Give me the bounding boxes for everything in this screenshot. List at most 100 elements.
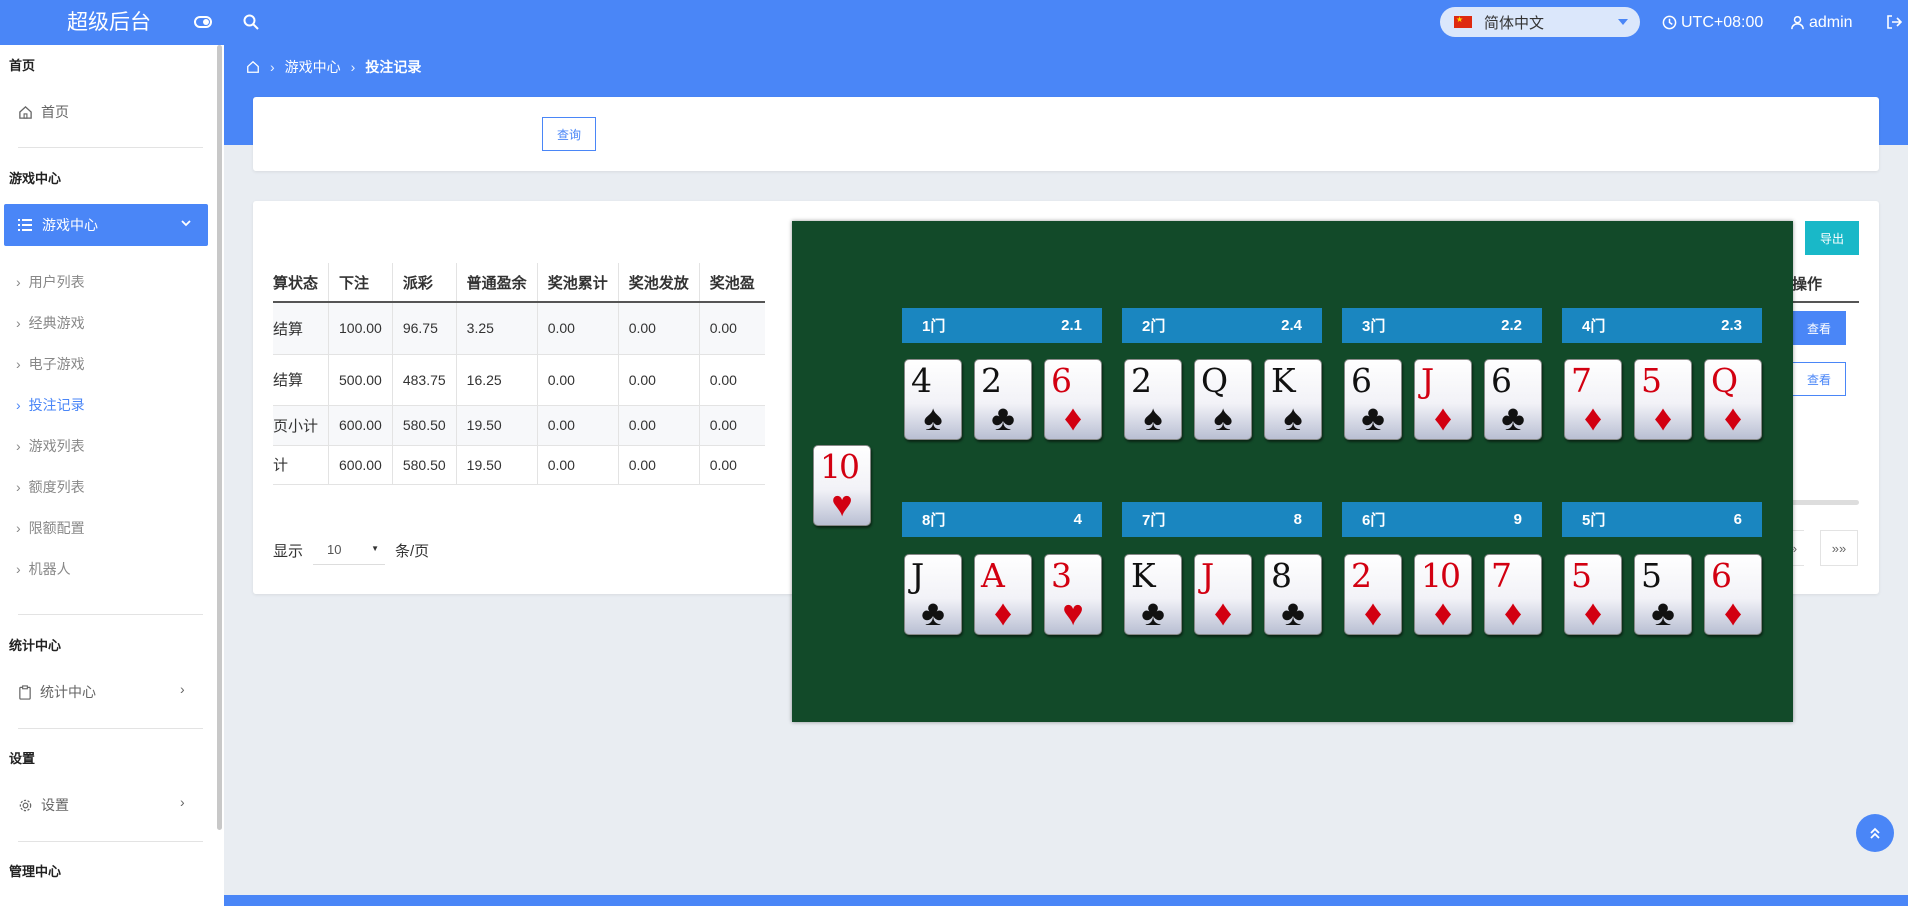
diamonds-icon: ♦ [1583, 592, 1603, 633]
table-cell: 结算 [273, 354, 329, 406]
divider [18, 728, 203, 729]
page-size-value: 10 [327, 542, 342, 557]
language-select[interactable]: 简体中文 [1440, 7, 1640, 37]
sidebar-subitem-limit-config[interactable]: › 限额配置 [16, 518, 85, 538]
search-icon[interactable] [239, 10, 263, 34]
playing-card: 10 ♦ [1414, 554, 1472, 635]
diamonds-icon: ♦ [1723, 592, 1743, 633]
page-size-select[interactable]: 10 [313, 535, 386, 565]
sidebar-subitem-label: 用户列表 [28, 274, 85, 290]
sidebar-item-settings[interactable]: 设置 [18, 793, 69, 817]
last-page-button[interactable]: »» [1820, 530, 1858, 566]
chevron-right-icon: › [270, 59, 275, 75]
sidebar-subitem-robot[interactable]: › 机器人 [16, 559, 71, 579]
sidebar-item-home[interactable]: 首页 [18, 100, 69, 124]
table-cell: 580.50 [391, 445, 457, 485]
diamonds-icon: ♦ [1433, 592, 1453, 633]
user-icon [1791, 15, 1804, 30]
breadcrumb-item[interactable]: 游戏中心 [285, 57, 341, 77]
chevron-right-icon: › [16, 315, 21, 331]
table-cell: 0.00 [536, 354, 619, 406]
sidebar-subitem-electronic-games[interactable]: › 电子游戏 [16, 354, 85, 374]
card-rank: 4 [911, 361, 932, 400]
home-icon[interactable] [246, 60, 260, 74]
playing-card: 5 ♣ [1634, 554, 1692, 635]
playing-card: 6 ♦ [1704, 554, 1762, 635]
table-cell: 0.00 [698, 405, 765, 446]
table-cell: 0.00 [536, 405, 619, 446]
card-rank: 6 [1051, 361, 1072, 400]
clubs-icon: ♣ [1281, 592, 1305, 633]
language-label: 简体中文 [1484, 14, 1545, 32]
header-underline [1788, 301, 1859, 303]
table-cell: 0.00 [698, 302, 765, 355]
sidebar-item-game-center[interactable]: 游戏中心 [4, 204, 208, 246]
sidebar-toggle-icon[interactable] [191, 10, 215, 34]
diamonds-icon: ♦ [1213, 592, 1233, 633]
records-table: 算状态 下注 派彩 普通盈余 奖池累计 奖池发放 奖池盈 结算 100.00 9… [273, 263, 765, 485]
card-rank: 2 [1351, 556, 1372, 595]
divider [18, 614, 203, 615]
table-cell: 96.75 [391, 302, 457, 355]
table-row: 计 600.00 580.50 19.50 0.00 0.00 0.00 [273, 445, 765, 485]
card-rank: 5 [1641, 556, 1662, 595]
table-horizontal-scrollbar[interactable] [1788, 500, 1859, 505]
clubs-icon: ♣ [1501, 397, 1525, 438]
breadcrumb-current: 投注记录 [365, 59, 422, 75]
view-button[interactable]: 查看 [1792, 362, 1846, 396]
query-button[interactable]: 查询 [542, 117, 596, 151]
table-cell: 3.25 [455, 302, 538, 355]
door-odds: 2.1 [1061, 317, 1082, 334]
card-rank: 8 [1271, 556, 1292, 595]
card-rank: 2 [1131, 361, 1152, 400]
door-name: 3门 [1362, 318, 1386, 335]
door-name: 5门 [1582, 512, 1606, 529]
chevron-right-icon: › [16, 561, 21, 577]
list-icon [18, 219, 32, 231]
sidebar-scrollbar[interactable] [217, 45, 222, 830]
card-rank: K [1271, 361, 1296, 400]
table-cell: 0.00 [698, 445, 765, 485]
door-name: 6门 [1362, 512, 1386, 529]
timezone[interactable]: UTC+08:00 [1662, 0, 1763, 45]
sidebar-subitem-bet-records[interactable]: › 投注记录 [16, 395, 85, 415]
logout-icon[interactable] [1882, 10, 1906, 34]
playing-card: J ♦ [1414, 359, 1472, 440]
sidebar-subitem-label: 经典游戏 [28, 315, 85, 331]
sidebar-section-home: 首页 [9, 58, 36, 73]
card-rank: K [1131, 556, 1156, 595]
sidebar-subitem-quota-list[interactable]: › 额度列表 [16, 477, 85, 497]
diamonds-icon: ♦ [993, 592, 1013, 633]
chevron-right-icon: › [16, 397, 21, 413]
sidebar-section-settings: 设置 [9, 751, 36, 766]
spades-icon: ♠ [1213, 397, 1233, 438]
sidebar-subitem-classic-games[interactable]: › 经典游戏 [16, 313, 85, 333]
table-cell: 0.00 [536, 445, 619, 485]
table-cell: 19.50 [455, 445, 538, 485]
playing-card: 7 ♦ [1564, 359, 1622, 440]
sidebar-subitem-user-list[interactable]: › 用户列表 [16, 272, 85, 292]
column-header: 奖池盈 [698, 263, 765, 303]
card-rank: J [1421, 361, 1434, 400]
table-cell: 0.00 [698, 354, 765, 406]
back-to-top-button[interactable] [1856, 814, 1894, 852]
door-odds: 6 [1733, 511, 1742, 528]
card-rank: 5 [1641, 361, 1662, 400]
column-header: 算状态 [273, 263, 329, 303]
column-header: 普通盈余 [455, 263, 538, 303]
user-menu[interactable]: admin [1790, 0, 1853, 45]
table-cell: 页小计 [273, 405, 329, 446]
china-flag-icon [1454, 15, 1472, 28]
view-button[interactable]: 查看 [1792, 311, 1846, 345]
export-button[interactable]: 导出 [1805, 221, 1859, 255]
door-name: 2门 [1142, 318, 1166, 335]
bottom-bar [224, 895, 1908, 906]
username: admin [1809, 13, 1853, 31]
sidebar-item-stats[interactable]: 统计中心 [18, 680, 96, 704]
table-cell: 计 [273, 445, 329, 485]
playing-card: 6 ♣ [1344, 359, 1402, 440]
card-rank: 6 [1711, 556, 1732, 595]
sidebar-subitem-label: 额度列表 [28, 479, 85, 495]
door-name: 4门 [1582, 318, 1606, 335]
sidebar-subitem-game-list[interactable]: › 游戏列表 [16, 436, 85, 456]
